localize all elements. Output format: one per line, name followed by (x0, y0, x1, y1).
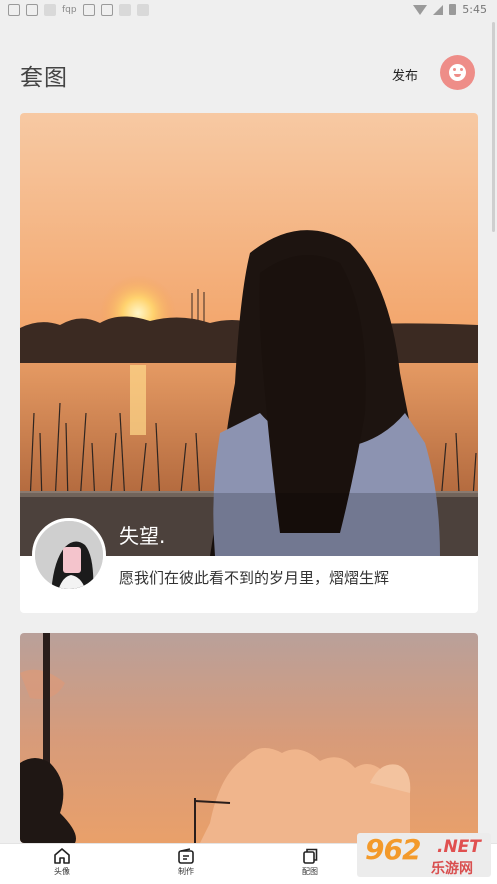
battery-icon (449, 4, 457, 15)
watermark-number: 962 (365, 833, 421, 866)
smiley-face-icon (449, 64, 466, 81)
nav-item-make[interactable]: 制作 (156, 848, 216, 877)
avatar-photo (35, 521, 103, 589)
notification-icon (8, 4, 20, 16)
notification-icons: fqp (8, 4, 149, 16)
nav-label: 配图 (302, 867, 318, 876)
site-watermark: 962 .NET 乐游网 (357, 833, 491, 877)
nav-label: 头像 (54, 867, 70, 876)
notification-icon (44, 4, 56, 16)
notification-icon (118, 4, 131, 16)
status-bar: fqp 5:45 (0, 0, 497, 22)
signal-icon (433, 4, 444, 15)
carrier-text: fqp (62, 5, 77, 15)
system-icons: 5:45 (413, 3, 487, 16)
home-icon (54, 848, 70, 864)
edit-icon (178, 848, 194, 864)
user-avatar[interactable] (32, 518, 106, 592)
post-username[interactable]: 失望. (119, 520, 165, 549)
app-header: 套图 发布 (0, 22, 497, 112)
notification-icon (136, 4, 149, 16)
feed-card[interactable]: 失望. 愿我们在彼此看不到的岁月里，熠熠生辉 (20, 113, 478, 613)
wifi-icon (413, 4, 428, 15)
watermark-suffix: .NET (437, 837, 481, 857)
sunset-photo (20, 113, 478, 556)
profile-avatar-button[interactable] (440, 55, 475, 90)
notification-icon (82, 4, 95, 16)
nav-item-avatar[interactable]: 头像 (32, 848, 92, 877)
publish-button[interactable]: 发布 (392, 65, 418, 84)
scrollbar[interactable] (492, 22, 495, 232)
notification-icon (26, 4, 38, 16)
feed-card[interactable] (20, 633, 478, 843)
page-title: 套图 (20, 65, 68, 91)
post-caption: 愿我们在彼此看不到的岁月里，熠熠生辉 (119, 569, 390, 587)
nav-item-pictures[interactable]: 配图 (280, 848, 340, 877)
nav-label: 制作 (178, 867, 194, 876)
sunset-photo (20, 633, 478, 843)
notification-icon (100, 4, 113, 16)
clock: 5:45 (462, 3, 487, 16)
copy-icon (303, 848, 318, 864)
watermark-text: 乐游网 (431, 861, 473, 877)
